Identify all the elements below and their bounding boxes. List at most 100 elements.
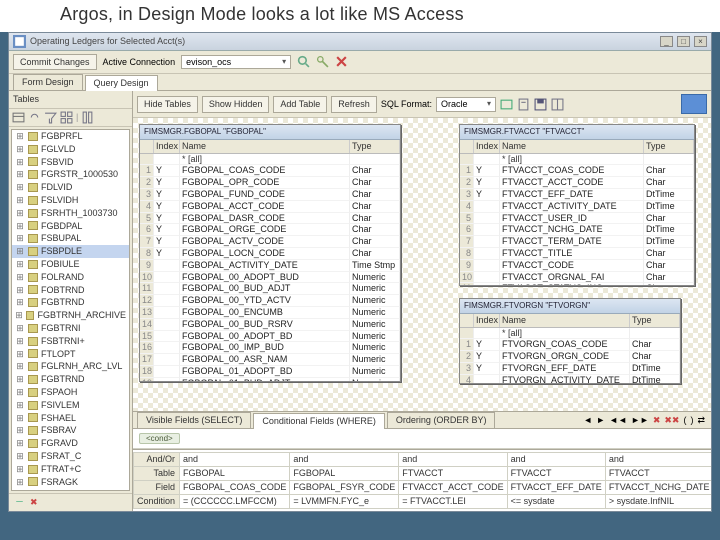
- expand-icon[interactable]: ⊞: [15, 323, 25, 334]
- table-row[interactable]: 11FGBOPAL_00_BUD_ADJTNumeric: [140, 283, 400, 295]
- arrow-right-icon[interactable]: ►: [596, 415, 605, 426]
- expand-icon[interactable]: ⊞: [15, 438, 25, 449]
- conditions-grid[interactable]: And/OrandandandandandTableFGBOPALFGBOPAL…: [133, 449, 711, 510]
- grid-cell[interactable]: <= sysdate: [507, 494, 605, 508]
- tree-item[interactable]: ⊞FSIVLEM: [12, 399, 129, 412]
- tree-item[interactable]: ⊞FSBVID: [12, 156, 129, 169]
- table-row[interactable]: 15FGBOPAL_00_ADOPT_BDNumeric: [140, 331, 400, 343]
- tree-item[interactable]: ⊞FSBUPAL: [12, 232, 129, 245]
- minimize-button[interactable]: _: [660, 36, 673, 47]
- table-row[interactable]: 5YFGBOPAL_DASR_CODEChar: [140, 213, 400, 225]
- tree-item[interactable]: ⊞FSBRAV: [12, 424, 129, 437]
- grid-cell[interactable]: = (CCCCCC.LMFCCM): [180, 494, 290, 508]
- expand-icon[interactable]: ⊞: [15, 400, 25, 411]
- table-window-ftvorgn[interactable]: FIMSMGR.FTVORGN "FTVORGN"IndexNameType* …: [459, 298, 681, 384]
- tree-item[interactable]: ⊞FGRAVD: [12, 437, 129, 450]
- expand-icon[interactable]: ⊞: [15, 451, 25, 462]
- table-window-title[interactable]: FIMSMGR.FTVACCT "FTVACCT": [460, 125, 694, 140]
- grid-cell[interactable]: FTVACCT: [507, 467, 605, 481]
- table-row[interactable]: 10FGBOPAL_00_ADOPT_BUDNumeric: [140, 272, 400, 284]
- table-row[interactable]: 16FGBOPAL_00_IMP_BUDNumeric: [140, 342, 400, 354]
- remove-icon[interactable]: ✖: [30, 497, 38, 508]
- condition-toggle-icon[interactable]: ⇄: [697, 415, 705, 426]
- grid-icon[interactable]: [60, 111, 73, 124]
- expand-icon[interactable]: ⊞: [15, 413, 25, 424]
- table-row[interactable]: 6FTVACCT_NCHG_DATEDtTime: [460, 224, 694, 236]
- expand-icon[interactable]: ⊞: [15, 169, 25, 180]
- expand-icon[interactable]: ⊞: [15, 310, 23, 321]
- table-row[interactable]: 2YFTVORGN_ORGN_CODEChar: [460, 351, 680, 363]
- grid-cell[interactable]: = LVMMFN.FYC_e: [290, 494, 399, 508]
- add-table-button[interactable]: Add Table: [273, 96, 327, 113]
- tree-item[interactable]: ⊞FSBTRNI+: [12, 335, 129, 348]
- save-icon[interactable]: [534, 98, 547, 111]
- tree-item[interactable]: ⊞FGLVLD: [12, 143, 129, 156]
- expand-icon[interactable]: ⊞: [15, 144, 25, 155]
- table-row[interactable]: 8FTVACCT_TITLEChar: [460, 248, 694, 260]
- table-row[interactable]: * [all]: [140, 154, 400, 166]
- tree-item[interactable]: ⊞FISAGN: [12, 488, 129, 491]
- tables-tree[interactable]: ⊞FGBPRFL⊞FGLVLD⊞FSBVID⊞FGRSTR_1000530⊞FD…: [11, 129, 130, 491]
- grid-cell[interactable]: FTVACCT_NCHG_DATE: [605, 481, 711, 495]
- tree-item[interactable]: ⊞FSRAT_C: [12, 450, 129, 463]
- sql-icon[interactable]: [500, 98, 513, 111]
- grid-cell[interactable]: > sysdate.InfNIL: [605, 494, 711, 508]
- expand-icon[interactable]: ⊞: [15, 464, 25, 475]
- table-row[interactable]: 8YFGBOPAL_LOCN_CODEChar: [140, 248, 400, 260]
- tree-item[interactable]: ⊞FGBPRFL: [12, 130, 129, 143]
- table-window-title[interactable]: FIMSMGR.FTVORGN "FTVORGN": [460, 299, 680, 314]
- table-row[interactable]: 19FGBOPAL_01_BUD_ADJTNumeric: [140, 378, 400, 381]
- table-row[interactable]: 3YFGBOPAL_FUND_CODEChar: [140, 189, 400, 201]
- table-row[interactable]: * [all]: [460, 154, 694, 166]
- grid-cell[interactable]: and: [399, 453, 507, 467]
- arrow-left-end-icon[interactable]: ◄◄: [609, 415, 627, 426]
- grid-cell[interactable]: FGBOPAL: [180, 467, 290, 481]
- table-row[interactable]: 1YFGBOPAL_COAS_CODEChar: [140, 165, 400, 177]
- expand-icon[interactable]: ⊞: [15, 349, 25, 360]
- table-row[interactable]: 1YFTVACCT_COAS_CODEChar: [460, 165, 694, 177]
- column-icon[interactable]: [81, 111, 94, 124]
- grid-cell[interactable]: FGBOPAL_FSYR_CODE: [290, 481, 399, 495]
- grid-cell[interactable]: and: [507, 453, 605, 467]
- table-row[interactable]: 5FTVACCT_USER_IDChar: [460, 213, 694, 225]
- grid-cell[interactable]: FTVACCT_EFF_DATE: [507, 481, 605, 495]
- maximize-button[interactable]: □: [677, 36, 690, 47]
- table-row[interactable]: 9FGBOPAL_ACTIVITY_DATETime Stmp: [140, 260, 400, 272]
- tab-form-design[interactable]: Form Design: [13, 74, 83, 90]
- tree-item[interactable]: ⊞FGBTRNH_ARCHIVE: [12, 309, 129, 322]
- table-row[interactable]: 2YFTVACCT_ACCT_CODEChar: [460, 177, 694, 189]
- table-row[interactable]: 4FTVACCT_ACTIVITY_DATEDtTime: [460, 201, 694, 213]
- tree-item[interactable]: ⊞FSPAOH: [12, 386, 129, 399]
- table-window-ftvacct[interactable]: FIMSMGR.FTVACCT "FTVACCT"IndexNameType* …: [459, 124, 695, 286]
- connection-combo[interactable]: evison_ocs ▾: [181, 55, 291, 70]
- grid-cell[interactable]: and: [290, 453, 399, 467]
- tab-visible-fields[interactable]: Visible Fields (SELECT): [137, 412, 251, 428]
- search-icon[interactable]: [297, 55, 310, 68]
- tree-item[interactable]: ⊞FOBTRND: [12, 284, 129, 297]
- expand-icon[interactable]: ⊞: [15, 233, 25, 244]
- tree-item[interactable]: ⊞FGBTRNI: [12, 322, 129, 335]
- table-field-list[interactable]: * [all]1YFTVACCT_COAS_CODEChar2YFTVACCT_…: [460, 154, 694, 286]
- tree-item[interactable]: ⊞FGRSTR_1000530: [12, 168, 129, 181]
- table-row[interactable]: 7YFGBOPAL_ACTV_CODEChar: [140, 236, 400, 248]
- expand-icon[interactable]: ⊞: [15, 246, 25, 257]
- table-field-list[interactable]: * [all]1YFTVORGN_COAS_CODEChar2YFTVORGN_…: [460, 328, 680, 384]
- expand-icon[interactable]: ⊞: [15, 272, 25, 283]
- grid-cell[interactable]: and: [605, 453, 711, 467]
- expand-icon[interactable]: ⊞: [15, 387, 25, 398]
- tree-item[interactable]: ⊞FTLOPT: [12, 348, 129, 361]
- table-row[interactable]: 2YFGBOPAL_OPR_CODEChar: [140, 177, 400, 189]
- tree-item[interactable]: ⊞FSHAEL: [12, 412, 129, 425]
- expand-icon[interactable]: ⊞: [15, 361, 25, 372]
- tree-item[interactable]: ⊞FTRAT+C: [12, 463, 129, 476]
- table-row[interactable]: 7FTVACCT_TERM_DATEDtTime: [460, 236, 694, 248]
- layout-icon[interactable]: [551, 98, 564, 111]
- tab-conditional-fields[interactable]: Conditional Fields (WHERE): [253, 413, 385, 429]
- delete-all-icon[interactable]: ✖✖: [664, 415, 679, 426]
- commit-button[interactable]: Commit Changes: [13, 54, 97, 71]
- show-hidden-button[interactable]: Show Hidden: [202, 96, 270, 113]
- table-row[interactable]: 4FTVORGN_ACTIVITY_DATEDtTime: [460, 375, 680, 383]
- tree-item[interactable]: ⊞FOBIULE: [12, 258, 129, 271]
- table-row[interactable]: 18FGBOPAL_01_ADOPT_BDNumeric: [140, 366, 400, 378]
- query-canvas[interactable]: FIMSMGR.FGBOPAL "FGBOPAL"IndexNameType* …: [133, 118, 711, 411]
